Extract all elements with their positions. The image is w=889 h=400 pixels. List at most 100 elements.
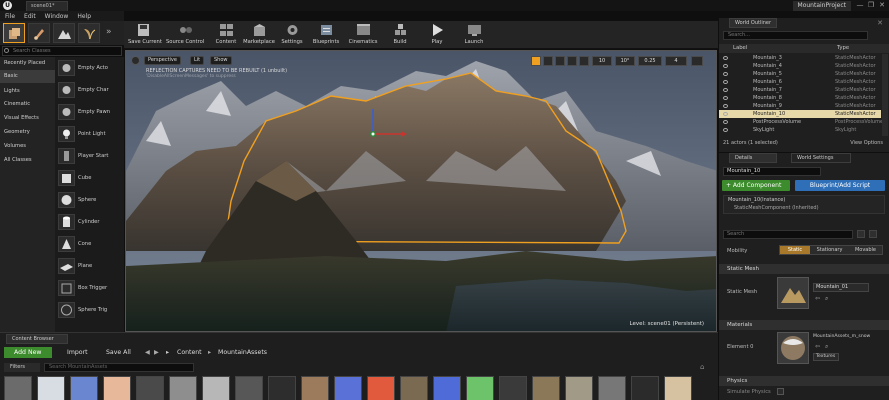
asset-tile[interactable] [169,376,197,400]
eye-icon[interactable] [723,88,728,92]
actor-sphere-trigger[interactable]: Sphere Trig [55,299,124,321]
surface-snap-icon[interactable] [579,56,589,66]
asset-tile[interactable] [499,376,527,400]
section-static-mesh[interactable]: Static Mesh [719,264,889,274]
outliner-row[interactable]: Mountain_6 StaticMeshActor [719,78,881,86]
outliner-row[interactable]: Mountain_7 StaticMeshActor [719,86,881,94]
world-space-icon[interactable] [567,56,577,66]
asset-tile[interactable] [235,376,263,400]
details-search-input[interactable]: Search [723,230,853,239]
section-physics[interactable]: Physics [719,376,889,386]
eye-icon[interactable] [723,64,728,68]
close-icon[interactable]: ✕ [877,19,883,27]
actor-cone[interactable]: Cone [55,233,124,255]
save-current-button[interactable]: Save Current [128,23,162,47]
translate-tool-icon[interactable] [531,56,541,66]
scale-snap-value[interactable]: 0.25 [638,56,662,66]
level-tab[interactable]: scene01* [26,1,68,11]
category-visual-effects[interactable]: Visual Effects [0,112,55,125]
content-search-input[interactable]: Search MountainAssets [44,363,194,372]
outliner-row[interactable]: Mountain_9 StaticMeshActor [719,102,881,110]
actor-box-trigger[interactable]: Box Trigger [55,277,124,299]
category-basic[interactable]: Basic [0,70,55,83]
eye-icon[interactable] [723,96,728,100]
marketplace-button[interactable]: Marketplace [242,23,276,47]
actor-point-light[interactable]: Point Light [55,123,124,145]
blueprint-add-script-button[interactable]: Blueprint/Add Script [795,180,885,191]
view-options-button[interactable]: View Options [850,140,883,146]
maximize-icon[interactable]: ❐ [866,1,876,10]
blueprints-button[interactable]: Blueprints [312,23,340,47]
eye-icon[interactable] [723,72,728,76]
level-viewport[interactable]: Perspective Lit Show REFLECTION CAPTURES… [125,50,717,332]
tab-world-outliner[interactable]: World Outliner [729,18,777,28]
actor-cylinder[interactable]: Cylinder [55,211,124,233]
mobility-stationary[interactable]: Stationary [810,246,849,254]
asset-tile[interactable] [136,376,164,400]
mobility-movable[interactable]: Movable [849,246,882,254]
filters-button[interactable]: Filters [4,363,40,372]
outliner-row[interactable]: Mountain_5 StaticMeshActor [719,70,881,78]
actor-player-start[interactable]: Player Start [55,145,124,167]
outliner-row[interactable]: Mountain_3 StaticMeshActor [719,54,881,62]
browse-asset-icon[interactable]: ⇦ [815,295,820,302]
asset-tile[interactable] [565,376,593,400]
paint-mode-icon[interactable] [28,23,50,43]
perspective-button[interactable]: Perspective [144,56,181,65]
asset-tile[interactable] [631,376,659,400]
actor-empty-character[interactable]: Empty Char [55,79,124,101]
outliner-search-input[interactable]: Search... [723,31,868,40]
static-mesh-thumbnail[interactable] [777,277,809,309]
actor-plane[interactable]: Plane [55,255,124,277]
outliner-row[interactable]: PostProcessVolume PostProcessVolume [719,118,883,126]
viewport-options-icon[interactable] [131,56,140,65]
grid-snap-value[interactable]: 10 [592,56,612,66]
menu-help[interactable]: Help [77,13,91,20]
asset-tile[interactable] [532,376,560,400]
eye-icon[interactable] [723,104,728,108]
import-button[interactable]: Import [58,347,94,358]
menu-window[interactable]: Window [45,13,69,20]
component-static-mesh[interactable]: StaticMeshComponent (Inherited) [724,204,884,212]
asset-tile[interactable] [466,376,494,400]
landscape-mode-icon[interactable] [53,23,75,43]
outliner-scrollbar[interactable] [882,54,888,136]
tab-details[interactable]: Details [729,153,777,163]
cinematics-button[interactable]: Cinematics [348,23,378,47]
asset-tile[interactable] [334,376,362,400]
asset-tile[interactable] [433,376,461,400]
launch-button[interactable]: Launch [462,23,486,47]
asset-tile[interactable] [664,376,692,400]
eye-icon[interactable] [723,128,728,132]
simulate-physics-checkbox[interactable] [777,388,784,395]
foliage-mode-icon[interactable] [78,23,100,43]
asset-tile[interactable] [301,376,329,400]
category-volumes[interactable]: Volumes [0,140,55,153]
eye-icon[interactable] [869,230,877,238]
rotation-snap-value[interactable]: 10° [615,56,635,66]
outliner-row[interactable]: SkyLight SkyLight [719,126,881,134]
eye-icon[interactable] [723,120,728,124]
actor-empty-actor[interactable]: Empty Acto [55,57,124,79]
mobility-static[interactable]: Static [780,246,810,254]
category-lights[interactable]: Lights [0,85,55,98]
static-mesh-dropdown[interactable]: Mountain_01 [813,283,869,292]
place-mode-icon[interactable] [3,23,25,43]
outliner-row[interactable]: Mountain_4 StaticMeshActor [719,62,881,70]
material-thumbnail[interactable] [777,332,809,364]
add-new-button[interactable]: Add New [4,347,52,358]
close-icon[interactable]: ✕ [877,1,887,10]
outliner-row[interactable]: Mountain_8 StaticMeshActor [719,94,881,102]
search-icon[interactable]: ⌕ [825,295,828,303]
category-geometry[interactable]: Geometry [0,126,55,139]
outliner-row-selected[interactable]: Mountain_10 StaticMeshActor [719,110,881,118]
eye-icon[interactable] [723,112,728,116]
property-matrix-icon[interactable] [857,230,865,238]
asset-tile[interactable] [103,376,131,400]
menu-edit[interactable]: Edit [24,13,36,20]
asset-tile[interactable] [70,376,98,400]
camera-speed-value[interactable]: 4 [665,56,687,66]
show-button[interactable]: Show [210,56,232,65]
category-cinematic[interactable]: Cinematic [0,98,55,111]
save-all-button[interactable]: Save All [97,347,139,358]
